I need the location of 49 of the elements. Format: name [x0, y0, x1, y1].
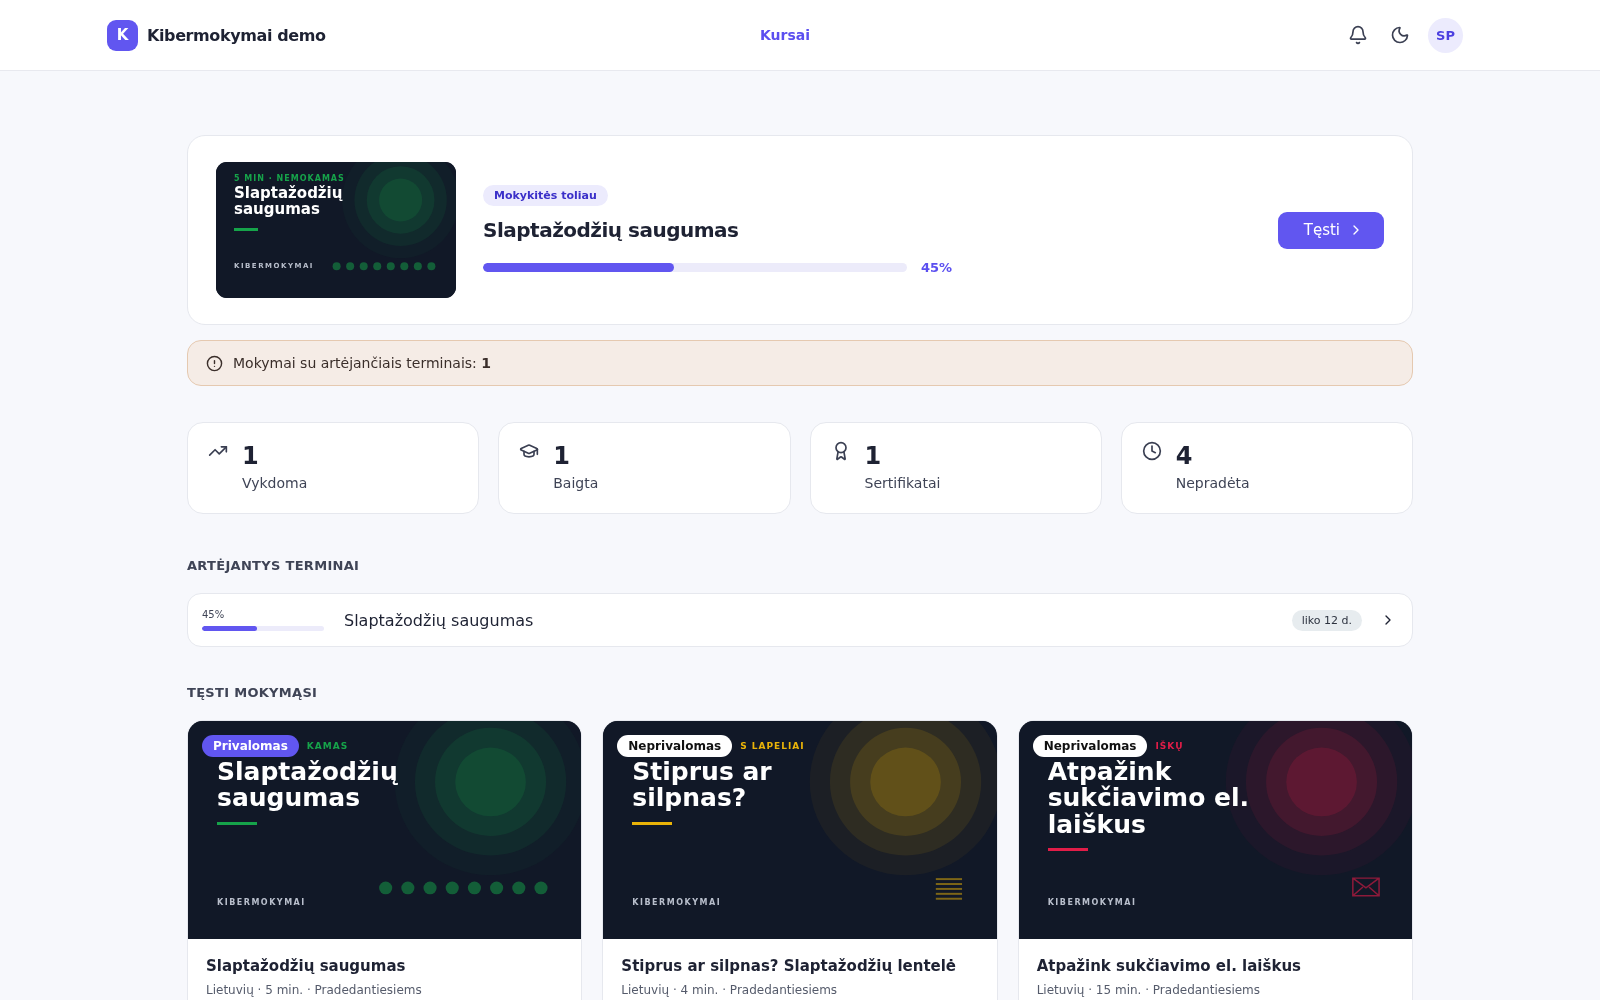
- cover-eyebrow: KAMAS: [306, 741, 349, 751]
- user-avatar[interactable]: SP: [1428, 17, 1463, 53]
- stat-value: 1: [864, 441, 883, 471]
- cover-brand: KIBERMOKYMAI: [632, 898, 722, 907]
- days-left-chip: liko 12 d.: [1291, 609, 1362, 631]
- cover-title: Stiprus ar silpnas?: [632, 759, 773, 812]
- course-title: Stiprus ar silpnas? Slaptažodžių lentelė: [621, 957, 958, 975]
- section-heading: TĘSTI MOKYMĄSI: [187, 685, 319, 700]
- clock-icon: [1141, 441, 1162, 461]
- alert-text: Mokymai su artėjančiais terminais: 1: [233, 355, 491, 371]
- continue-button[interactable]: Tęsti: [1277, 211, 1384, 249]
- requirement-badge: Neprivalomas: [1032, 735, 1148, 757]
- cover-brand: KIBERMOKYMAI: [1047, 898, 1137, 907]
- cover-brand: KIBERMOKYMAI: [217, 898, 306, 907]
- course-title: Slaptažodžių saugumas: [483, 218, 739, 242]
- brand-name: Kibermokymai demo: [147, 25, 326, 45]
- course-title: Slaptažodžių saugumas: [206, 957, 407, 975]
- logo[interactable]: K: [107, 19, 138, 51]
- section-heading: ARTĖJANTYS TERMINAI: [187, 558, 361, 573]
- cover-eyebrow: IŠKŲ: [1155, 741, 1184, 751]
- requirement-badge: Privalomas: [202, 735, 299, 757]
- stat-label: Nepradėta: [1175, 475, 1250, 491]
- course-meta: Lietuvių · 5 min. · Pradedantiesiems: [206, 983, 423, 997]
- progress-percent: 45%: [202, 609, 226, 620]
- course-title: Atpažink sukčiavimo el. laiškus: [1036, 957, 1302, 975]
- deadline-row[interactable]: 45% Slaptažodžių saugumas liko 12 d.: [187, 593, 1413, 647]
- stat-label: Baigta: [553, 475, 599, 491]
- stat-label: Vykdoma: [242, 475, 308, 491]
- course-card[interactable]: Privalomas KAMAS Slaptažodžių saugumas KIBERMOKYMAI Slaptažodžių saugumas Lietuvių · 5 min. · Pradedantiesiems: [187, 720, 583, 1000]
- course-title: Slaptažodžių saugumas: [344, 610, 535, 630]
- cover-eyebrow: 5 MIN · NEMOKAMAS: [234, 174, 345, 183]
- course-card[interactable]: Neprivalomas IŠKŲ Atpažink sukčiavimo el. laiškus KIBERMOKYMAI Atpažink sukčiavimo el. laiškus Lietuvių · 15 min. · Pradedantiesiems: [1017, 720, 1413, 1000]
- cover-title: Slaptažodžių saugumas: [217, 759, 399, 812]
- course-card[interactable]: Neprivalomas S LAPELIAI Stiprus ar silpnas? KIBERMOKYMAI Stiprus ar silpnas? Slaptažodžių lentelė Lietuvių · 4 min. · Pradedantiesiems: [602, 720, 998, 1000]
- course-meta: Lietuvių · 15 min. · Pradedantiesiems: [1036, 983, 1262, 997]
- stat-label: Sertifikatai: [864, 475, 941, 491]
- course-meta: Lietuvių · 4 min. · Pradedantiesiems: [621, 983, 839, 997]
- cover-title: Slaptažodžių saugumas: [234, 186, 344, 218]
- cover-eyebrow: S LAPELIAI: [740, 741, 805, 751]
- alert-icon: [206, 354, 223, 372]
- graduation-cap-icon: [519, 441, 540, 461]
- progress-percent: 45%: [921, 260, 953, 275]
- cover-title: Atpažink sukčiavimo el. laiškus: [1047, 759, 1251, 838]
- stat-value: 1: [553, 441, 571, 471]
- requirement-badge: Neprivalomas: [617, 735, 733, 757]
- stat-value: 4: [1175, 441, 1194, 471]
- nav-link[interactable]: Kursai: [759, 27, 811, 43]
- status-pill: Mokykitės toliau: [483, 185, 608, 206]
- stat-value: 1: [242, 441, 260, 471]
